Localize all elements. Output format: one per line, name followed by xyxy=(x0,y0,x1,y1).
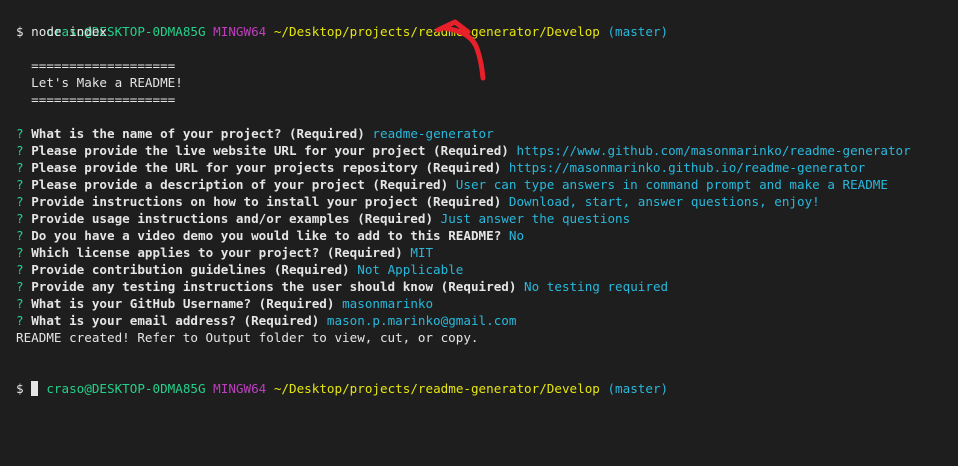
current-path: ~/Desktop/projects/readme-generator/Deve… xyxy=(273,381,600,396)
question-mark-icon: ? xyxy=(16,194,24,209)
block-cursor-icon xyxy=(31,381,39,396)
answer-text: Just answer the questions xyxy=(440,211,631,226)
question-mark-icon: ? xyxy=(16,262,24,277)
shell-name: MINGW64 xyxy=(213,381,267,396)
question-mark-icon: ? xyxy=(16,160,24,175)
question-mark-icon: ? xyxy=(16,143,24,158)
question-line: ? Please provide the URL for your projec… xyxy=(16,159,946,176)
question-text: What is the name of your project? (Requi… xyxy=(31,126,365,141)
answer-text: masonmarinko xyxy=(342,296,434,311)
question-text: Provide usage instructions and/or exampl… xyxy=(31,211,434,226)
answer-text: MIT xyxy=(410,245,434,260)
question-text: Provide any testing instructions the use… xyxy=(31,279,517,294)
git-branch: (master) xyxy=(607,24,669,39)
question-text: What is your email address? (Required) xyxy=(31,313,320,328)
question-text: Do you have a video demo you would like … xyxy=(31,228,502,243)
question-line: ? Please provide a description of your p… xyxy=(16,176,946,193)
question-text: Which license applies to your project? (… xyxy=(31,245,403,260)
question-mark-icon: ? xyxy=(16,228,24,243)
question-mark-icon: ? xyxy=(16,296,24,311)
question-mark-icon: ? xyxy=(16,126,24,141)
answer-text: Download, start, answer questions, enjoy… xyxy=(508,194,820,209)
shell-prompt-line: craso@DESKTOP-0DMA85G MINGW64 ~/Desktop/… xyxy=(16,363,946,396)
answer-text: mason.p.marinko@gmail.com xyxy=(326,313,517,328)
answer-text: https://www.github.com/masonmarinko/read… xyxy=(516,143,911,158)
question-line: ? Provide any testing instructions the u… xyxy=(16,278,946,295)
question-mark-icon: ? xyxy=(16,279,24,294)
question-line: ? Provide usage instructions and/or exam… xyxy=(16,210,946,227)
question-mark-icon: ? xyxy=(16,313,24,328)
shell-name: MINGW64 xyxy=(213,24,267,39)
question-line: ? Do you have a video demo you would lik… xyxy=(16,227,946,244)
question-line: ? Which license applies to your project?… xyxy=(16,244,946,261)
answer-text: https://masonmarinko.github.io/readme-ge… xyxy=(508,160,866,175)
question-list: ? What is the name of your project? (Req… xyxy=(16,125,946,329)
question-text: Please provide a description of your pro… xyxy=(31,177,449,192)
banner-rule-bottom: =================== xyxy=(31,92,176,107)
question-text: Provide contribution guidelines (Require… xyxy=(31,262,350,277)
dollar-prompt: $ xyxy=(16,381,24,396)
answer-text: User can type answers in command prompt … xyxy=(455,177,888,192)
answer-text: Not Applicable xyxy=(357,262,464,277)
question-line: ? Provide contribution guidelines (Requi… xyxy=(16,261,946,278)
result-message: README created! Refer to Output folder t… xyxy=(16,330,479,345)
question-line: ? What is your email address? (Required)… xyxy=(16,312,946,329)
answer-text: readme-generator xyxy=(372,126,494,141)
question-text: Provide instructions on how to install y… xyxy=(31,194,502,209)
question-mark-icon: ? xyxy=(16,245,24,260)
red-hand-drawn-arrow-icon xyxy=(435,19,486,81)
question-mark-icon: ? xyxy=(16,177,24,192)
user-host: craso@DESKTOP-0DMA85G xyxy=(46,381,206,396)
question-text: What is your GitHub Username? (Required) xyxy=(31,296,335,311)
question-line: ? Provide instructions on how to install… xyxy=(16,193,946,210)
question-line: ? What is the name of your project? (Req… xyxy=(16,125,946,142)
answer-text: No testing required xyxy=(524,279,669,294)
git-branch: (master) xyxy=(607,381,669,396)
question-mark-icon: ? xyxy=(16,211,24,226)
question-line: ? What is your GitHub Username? (Require… xyxy=(16,295,946,312)
question-text: Please provide the live website URL for … xyxy=(31,143,509,158)
question-text: Please provide the URL for your projects… xyxy=(31,160,502,175)
answer-text: No xyxy=(508,228,525,243)
question-line: ? Please provide the live website URL fo… xyxy=(16,142,946,159)
